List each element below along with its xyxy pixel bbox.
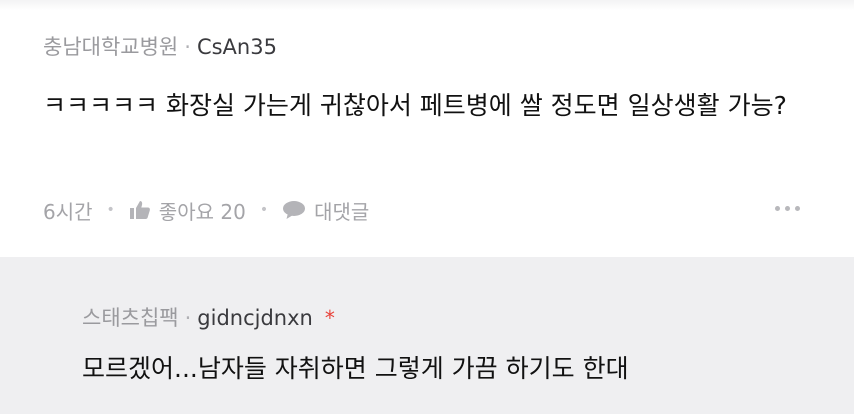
more-dot bbox=[775, 206, 780, 211]
like-button[interactable]: 좋아요 20 bbox=[129, 196, 246, 225]
reply-label: 대댓글 bbox=[314, 199, 370, 224]
reply-username[interactable]: gidncjdnxn bbox=[197, 306, 313, 330]
meta-separator: · bbox=[184, 35, 191, 59]
like-count-label: 좋아요 20 bbox=[158, 199, 246, 224]
comment-time: 6시간 bbox=[43, 199, 93, 224]
comment-affiliation: 충남대학교병원 bbox=[43, 35, 179, 59]
comment-actions: 6시간 • 좋아요 20 • 대댓글 bbox=[43, 195, 369, 225]
speech-bubble-icon bbox=[282, 200, 306, 220]
meta-separator: · bbox=[184, 306, 192, 330]
action-separator: • bbox=[106, 202, 115, 218]
comment: 충남대학교병원 · CsAn35 ㅋㅋㅋㅋㅋ 화장실 가는게 귀찮아서 페트병에 쌀… bbox=[0, 0, 854, 257]
comment-text: ㅋㅋㅋㅋㅋ 화장실 가는게 귀찮아서 페트병에 쌀 정도면 일상생활 가능? bbox=[43, 91, 787, 120]
reply: 스태츠칩팩 · gidncjdnxn * 모르겠어...남자들 자취하면 그렇게 가끔… bbox=[0, 257, 854, 414]
reply-button[interactable]: 대댓글 bbox=[282, 196, 369, 225]
reply-text: 모르겠어...남자들 자취하면 그렇게 가끔 하기도 한대 bbox=[82, 354, 629, 383]
top-divider bbox=[0, 0, 854, 10]
reply-affiliation: 스태츠칩팩 bbox=[82, 306, 179, 330]
more-dots-icon[interactable] bbox=[775, 206, 800, 211]
comment-username[interactable]: CsAn35 bbox=[197, 35, 277, 59]
more-dot bbox=[795, 206, 800, 211]
comment-meta: 충남대학교병원 · CsAn35 bbox=[43, 32, 277, 62]
more-dot bbox=[785, 206, 790, 211]
reply-meta: 스태츠칩팩 · gidncjdnxn * bbox=[82, 303, 335, 333]
author-mark: * bbox=[324, 306, 335, 330]
thumbs-up-icon bbox=[129, 200, 151, 220]
action-separator: • bbox=[259, 202, 269, 218]
